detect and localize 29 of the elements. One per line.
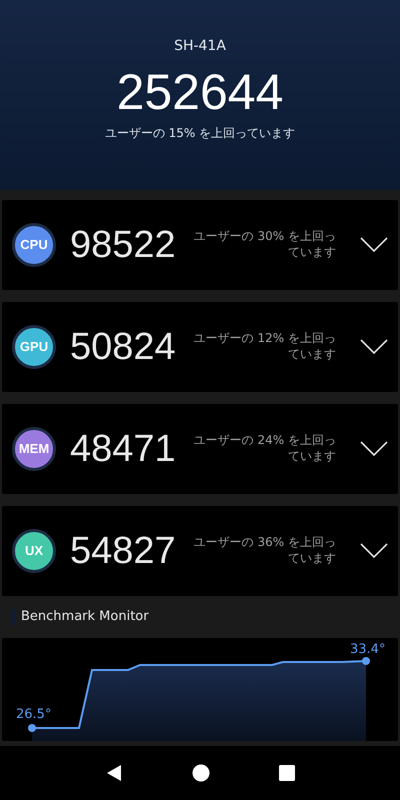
score-value: 50824 [70, 324, 177, 370]
score-card[interactable]: CPU 98522 ユーザーの 30% を上回っています [2, 200, 398, 290]
category-badge: GPU [12, 325, 56, 369]
score-value: 98522 [70, 222, 177, 268]
total-rank-text: ユーザーの 15% を上回っています [104, 125, 296, 142]
start-temperature: 26.5° [16, 707, 52, 722]
category-badge: UX [12, 529, 56, 573]
category-badge: CPU [12, 223, 56, 267]
score-card[interactable]: UX 54827 ユーザーの 36% を上回っています [2, 506, 398, 596]
recents-icon[interactable] [279, 765, 296, 781]
score-value: 54827 [70, 528, 177, 574]
chevron-down-icon[interactable] [360, 543, 388, 559]
section-title: Benchmark Monitor [21, 608, 149, 626]
chevron-down-icon[interactable] [360, 441, 388, 457]
home-icon[interactable] [192, 764, 210, 782]
score-value: 48471 [70, 426, 177, 472]
total-score: 252644 [116, 64, 284, 120]
chevron-down-icon[interactable] [360, 339, 388, 355]
rank-text: ユーザーの 30% を上回っています [192, 229, 336, 261]
chevron-down-icon[interactable] [360, 237, 388, 253]
rank-text: ユーザーの 36% を上回っています [192, 535, 336, 567]
score-card[interactable]: MEM 48471 ユーザーの 24% を上回っています [2, 404, 398, 494]
category-badge: MEM [12, 427, 56, 471]
score-card[interactable]: GPU 50824 ユーザーの 12% を上回っています [2, 302, 398, 392]
device-name: SH-41A [173, 37, 227, 56]
rank-text: ユーザーの 24% を上回っています [192, 433, 336, 465]
rank-text: ユーザーの 12% を上回っています [192, 331, 336, 363]
end-temperature: 33.4° [350, 642, 386, 657]
back-icon[interactable] [104, 764, 123, 782]
